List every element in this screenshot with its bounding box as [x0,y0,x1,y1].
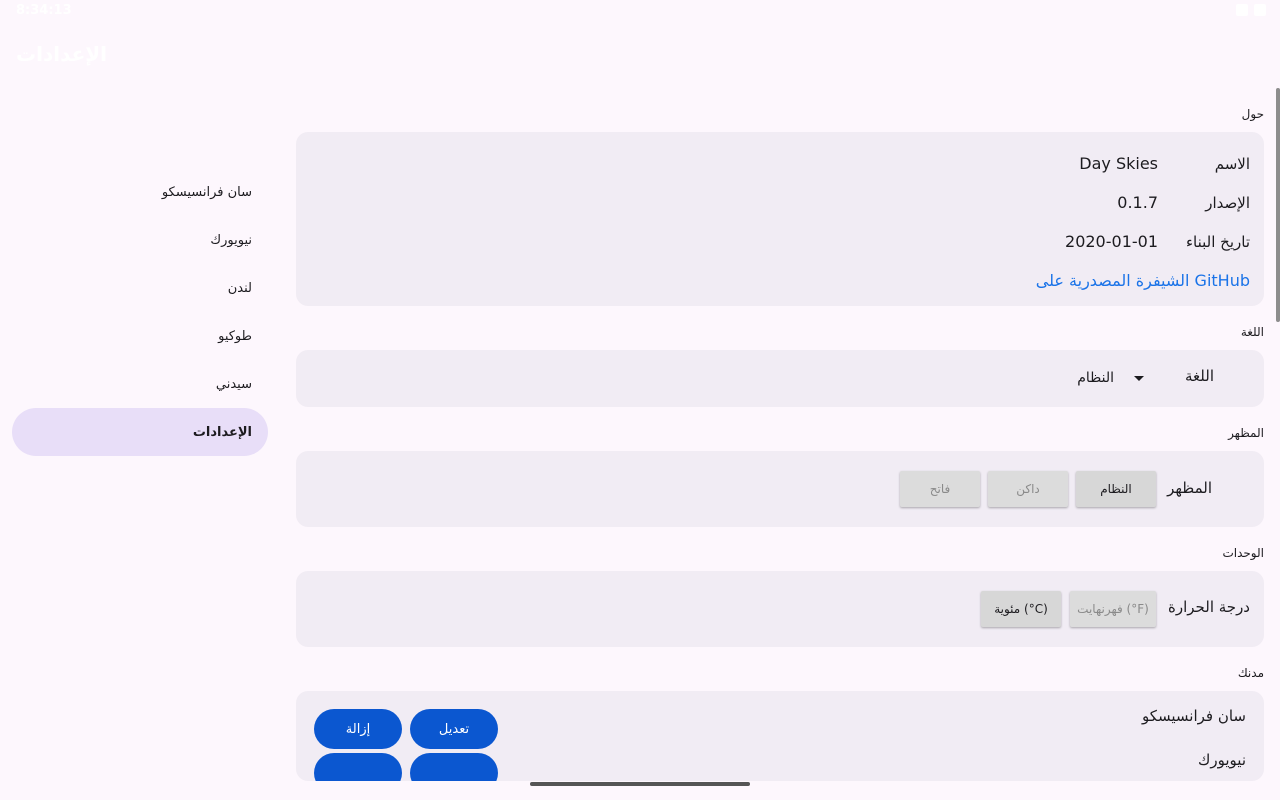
name-value: Day Skies [1079,154,1158,173]
language-dropdown[interactable]: النظام [1071,364,1144,392]
theme-card: المظهر النظام داكن فاتح [296,451,1264,527]
name-key: الاسم [1214,154,1250,173]
status-icons [1236,4,1266,16]
sidebar: سان فرانسيسكو نيويورك لندن طوكيو سيدني ا… [12,168,268,456]
section-label-theme: المظهر [1228,426,1264,440]
theme-system-button[interactable]: النظام [1076,471,1156,507]
build-date-value: 2020-01-01 [1065,232,1158,251]
language-key: اللغة [1185,367,1214,385]
github-source-link[interactable]: الشيفرة المصدرية على GitHub [1036,271,1250,290]
settings-content: حول الاسم Day Skies الإصدار 0.1.7 تاريخ … [296,100,1264,781]
remove-city-button[interactable]: إزالة [314,709,402,749]
status-bar: 8:34:13 [0,0,1280,24]
sidebar-item-tokyo[interactable]: طوكيو [12,312,268,360]
app-title: الإعدادات [16,42,108,66]
fahrenheit-button[interactable]: فهرنهايت (°F) [1070,591,1156,627]
chevron-down-icon [1134,375,1144,381]
version-value: 0.1.7 [1117,193,1158,212]
build-date-key: تاريخ البناء [1185,232,1250,251]
section-label-about: حول [1241,107,1264,121]
celsius-button[interactable]: مئوية (°C) [981,591,1061,627]
edit-city-button[interactable] [410,753,498,781]
city-name-san-francisco: سان فرانسيسكو [1141,707,1246,725]
sidebar-item-new-york[interactable]: نيويورك [12,216,268,264]
units-card: درجة الحرارة فهرنهايت (°F) مئوية (°C) [296,571,1264,647]
scrollbar[interactable] [1276,88,1280,322]
language-card: اللغة النظام [296,350,1264,407]
home-indicator[interactable] [530,782,750,786]
city-name-new-york: نيويورك [1198,751,1246,769]
theme-light-button[interactable]: فاتح [900,471,980,507]
section-label-cities: مدنك [1237,666,1264,680]
remove-city-button[interactable] [314,753,402,781]
sidebar-item-london[interactable]: لندن [12,264,268,312]
version-key: الإصدار [1205,193,1250,212]
battery-icon [1254,4,1266,16]
about-row-build-date: تاريخ البناء 2020-01-01 [296,222,1250,261]
section-label-language: اللغة [1240,325,1264,339]
sidebar-item-sydney[interactable]: سيدني [12,360,268,408]
status-time: 8:34:13 [16,3,72,18]
theme-dark-button[interactable]: داكن [988,471,1068,507]
section-label-units: الوحدات [1222,546,1264,560]
edit-city-button[interactable]: تعديل [410,709,498,749]
temperature-key: درجة الحرارة [1168,598,1250,616]
about-row-version: الإصدار 0.1.7 [296,183,1250,222]
about-row-source: الشيفرة المصدرية على GitHub [296,261,1250,300]
sidebar-item-san-francisco[interactable]: سان فرانسيسكو [12,168,268,216]
wifi-icon [1236,4,1248,16]
about-card: الاسم Day Skies الإصدار 0.1.7 تاريخ البن… [296,132,1264,306]
language-selected-value: النظام [1077,370,1114,386]
cities-card: سان فرانسيسكو تعديل إزالة نيويورك [296,691,1264,781]
theme-key: المظهر [1167,479,1212,497]
sidebar-item-settings[interactable]: الإعدادات [12,408,268,456]
about-row-name: الاسم Day Skies [296,144,1250,183]
